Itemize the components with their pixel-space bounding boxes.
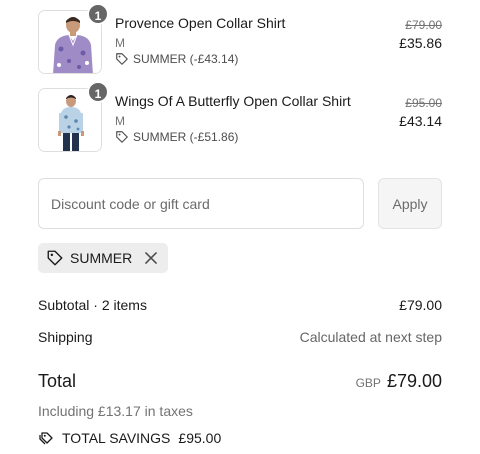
line-discount: SUMMER (-£43.14) bbox=[115, 52, 238, 66]
total-savings-value: £95.00 bbox=[178, 430, 222, 446]
total-row: Total GBP £79.00 bbox=[38, 371, 442, 392]
discount-code-input[interactable] bbox=[38, 178, 364, 229]
shipping-value: Calculated at next step bbox=[299, 329, 442, 345]
original-price: £95.00 bbox=[405, 96, 442, 110]
currency-code: GBP bbox=[355, 376, 381, 390]
applied-discount-chip: SUMMER bbox=[38, 243, 169, 273]
close-icon[interactable] bbox=[142, 249, 160, 267]
subtotal-row: Subtotal · 2 items £79.00 bbox=[38, 297, 442, 313]
final-price: £43.14 bbox=[399, 113, 442, 129]
apply-discount-button[interactable]: Apply bbox=[378, 178, 442, 229]
product-thumbnail: 1 bbox=[38, 3, 109, 74]
total-savings: TOTAL SAVINGS £95.00 bbox=[38, 430, 221, 446]
applied-discount-code: SUMMER bbox=[70, 250, 133, 266]
tag-icon bbox=[116, 131, 128, 143]
product-name: Provence Open Collar Shirt bbox=[115, 15, 286, 31]
shipping-label: Shipping bbox=[38, 329, 93, 345]
original-price: £79.00 bbox=[405, 18, 442, 32]
tag-icon bbox=[47, 250, 63, 266]
total-savings-label: TOTAL SAVINGS bbox=[62, 430, 171, 446]
quantity-badge: 1 bbox=[87, 3, 109, 25]
line-discount-text: SUMMER (-£43.14) bbox=[133, 52, 239, 66]
product-thumbnail: 1 bbox=[38, 81, 109, 152]
line-discount-text: SUMMER (-£51.86) bbox=[133, 130, 239, 144]
total-value: £79.00 bbox=[386, 371, 442, 391]
taxes-note: Including £13.17 in taxes bbox=[38, 403, 193, 419]
final-price: £35.86 bbox=[399, 35, 442, 51]
cart-line-item: 1 Provence Open Collar Shirt M SUMMER (-… bbox=[38, 3, 442, 76]
product-variant: M bbox=[115, 114, 125, 128]
total-label: Total bbox=[38, 371, 77, 391]
shipping-row: Shipping Calculated at next step bbox=[38, 329, 442, 345]
product-variant: M bbox=[115, 36, 125, 50]
tags-icon bbox=[39, 432, 53, 445]
total-price: GBP £79.00 bbox=[356, 371, 442, 392]
tag-icon bbox=[116, 53, 128, 65]
cart-line-item: 1 Wings Of A Butterfly Open Collar Shirt… bbox=[38, 81, 442, 154]
subtotal-value: £79.00 bbox=[399, 297, 442, 313]
line-discount: SUMMER (-£51.86) bbox=[115, 130, 238, 144]
quantity-badge: 1 bbox=[87, 81, 109, 103]
subtotal-label: Subtotal · 2 items bbox=[38, 297, 147, 313]
product-name: Wings Of A Butterfly Open Collar Shirt bbox=[115, 93, 351, 109]
